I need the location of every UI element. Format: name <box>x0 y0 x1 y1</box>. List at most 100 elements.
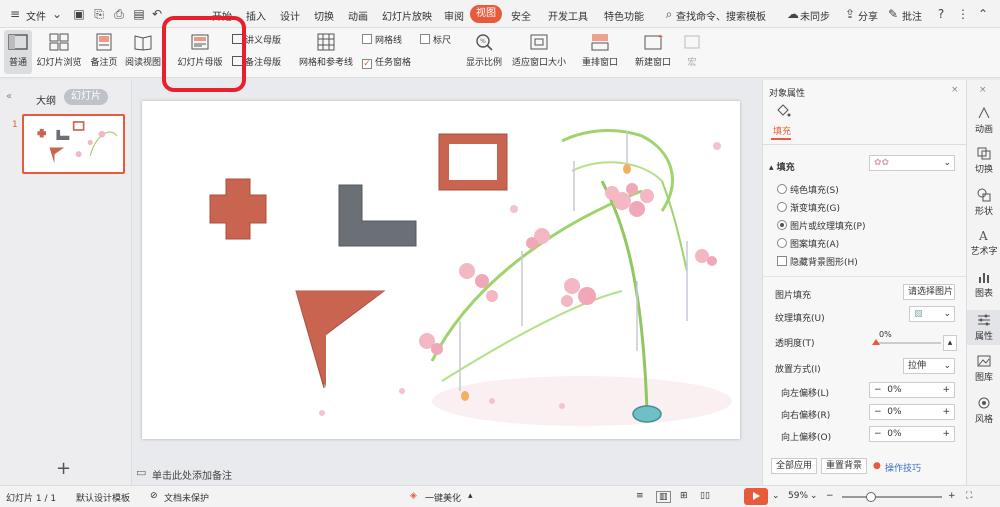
notes-page-button[interactable]: 备注页 <box>87 30 121 74</box>
tab-view[interactable]: 视图 <box>470 5 502 23</box>
notes-bar[interactable]: ▭ 单击此处添加备注 <box>132 462 762 484</box>
plus-icon[interactable]: + <box>942 405 950 419</box>
plus-icon[interactable]: + <box>942 383 950 397</box>
zoom-out-icon[interactable]: − <box>826 491 834 501</box>
radio-gradient[interactable] <box>777 202 787 212</box>
slide-canvas[interactable] <box>142 101 740 439</box>
tab-review[interactable]: 审阅 <box>444 8 464 23</box>
top-offset-input[interactable]: − 0% + <box>869 426 955 442</box>
hide-bg-check[interactable] <box>777 256 787 266</box>
transparency-stepper[interactable]: ▴ <box>943 335 957 351</box>
grid-guides-button[interactable]: 网格和参考线 <box>296 30 356 74</box>
sidebar-item-style[interactable]: 风格 <box>967 396 1000 425</box>
beautify-button[interactable]: 一键美化 <box>425 491 461 504</box>
print-icon[interactable]: ⎙ <box>112 7 126 21</box>
share-button[interactable]: 分享 <box>858 8 878 23</box>
normal-view-button[interactable]: 普通 <box>4 30 32 74</box>
radio-pattern[interactable] <box>777 238 787 248</box>
save-icon[interactable]: ▣ <box>72 7 86 21</box>
option-pattern-fill[interactable]: 图案填充(A) <box>777 237 839 250</box>
hamburger-menu-icon[interactable]: ≡ <box>8 7 22 21</box>
minus-icon[interactable]: − <box>874 385 882 395</box>
protection-status[interactable]: 文档未保护 <box>164 491 209 504</box>
slide-sorter-icon[interactable]: ⊞ <box>680 491 688 501</box>
option-gradient-fill[interactable]: 渐变填充(G) <box>777 201 840 214</box>
zoom-level[interactable]: 59% <box>788 491 808 501</box>
zoom-button[interactable]: % 显示比例 <box>464 30 504 74</box>
help-icon[interactable]: ? <box>934 7 948 21</box>
fit-to-window-icon[interactable]: ⛶ <box>966 491 972 501</box>
minus-icon[interactable]: − <box>874 429 882 439</box>
zoom-slider-handle[interactable] <box>866 492 876 502</box>
sidebar-item-gallery[interactable]: 图库 <box>967 354 1000 383</box>
preview-icon[interactable]: ▤ <box>132 7 146 21</box>
slide-browse-button[interactable]: 幻灯片浏览 <box>35 30 83 74</box>
slider-handle[interactable] <box>872 339 880 345</box>
notes-toggle-icon[interactable]: ≡ <box>636 491 644 501</box>
sidebar-close-icon[interactable]: × <box>979 85 987 95</box>
more-icon[interactable]: ⋮ <box>956 7 970 21</box>
radio-picture[interactable] <box>777 220 787 230</box>
tab-slides[interactable]: 幻灯片 <box>64 89 108 105</box>
tab-transition[interactable]: 切换 <box>314 8 334 23</box>
minus-icon[interactable]: − <box>874 407 882 417</box>
fill-section-title[interactable]: ▴ 填充 <box>769 160 795 173</box>
template-name[interactable]: 默认设计模板 <box>76 491 130 504</box>
add-slide-button[interactable]: + <box>56 458 71 479</box>
cherry-blossom-image[interactable] <box>319 129 732 426</box>
task-pane-check[interactable] <box>362 59 372 69</box>
ruler-check[interactable] <box>420 34 430 44</box>
tab-developer[interactable]: 开发工具 <box>548 8 588 23</box>
apply-all-button[interactable]: 全部应用 <box>771 458 817 474</box>
chevron-down-icon[interactable]: ⌄ <box>50 7 64 21</box>
chevron-up-icon[interactable]: ▴ <box>468 491 473 501</box>
play-button[interactable] <box>744 488 768 505</box>
frame-shape[interactable] <box>439 134 507 190</box>
left-offset-input[interactable]: − 0% + <box>869 382 955 398</box>
macro-button[interactable]: 宏 <box>680 30 704 74</box>
search-icon[interactable]: ⌕ <box>662 7 676 21</box>
sidebar-item-transition[interactable]: 切换 <box>967 146 1000 175</box>
reset-background-button[interactable]: 重置背景 <box>821 458 867 474</box>
tips-link[interactable]: 操作技巧 <box>885 461 921 474</box>
comment-button[interactable]: 批注 <box>902 8 922 23</box>
zoom-in-icon[interactable]: + <box>948 491 956 501</box>
sidebar-item-properties[interactable]: 属性 <box>967 310 1000 345</box>
tab-design[interactable]: 设计 <box>280 8 300 23</box>
collapse-ribbon-icon[interactable]: ⌃ <box>976 7 990 21</box>
texture-fill-dropdown[interactable]: ▨ ⌄ <box>909 306 955 322</box>
fill-tab[interactable]: 填充 <box>773 124 791 137</box>
sidebar-item-wordart[interactable]: A 艺术字 <box>967 228 1000 257</box>
transparency-slider[interactable] <box>872 339 941 345</box>
tab-security[interactable]: 安全 <box>511 8 531 23</box>
file-menu[interactable]: 文件 <box>26 8 46 23</box>
sync-status[interactable]: 未同步 <box>800 8 830 23</box>
gridlines-check[interactable] <box>362 34 372 44</box>
gridlines-checkbox[interactable]: 网格线 <box>362 33 402 46</box>
tab-animation[interactable]: 动画 <box>348 8 368 23</box>
export-icon[interactable]: ⎘ <box>92 7 106 21</box>
notes-placeholder[interactable]: 单击此处添加备注 <box>152 467 232 482</box>
l-shape[interactable] <box>338 184 417 247</box>
tab-outline[interactable]: 大纲 <box>36 92 56 107</box>
normal-view-icon[interactable]: ▥ <box>656 491 671 503</box>
task-pane-checkbox[interactable]: 任务窗格 <box>362 55 411 69</box>
option-picture-fill[interactable]: 图片或纹理填充(P) <box>777 219 865 232</box>
sidebar-item-chart[interactable]: 图表 <box>967 270 1000 299</box>
hide-bg-checkbox[interactable]: 隐藏背景图形(H) <box>777 255 858 268</box>
zoom-slider[interactable] <box>842 492 942 502</box>
tab-insert[interactable]: 插入 <box>246 8 266 23</box>
sidebar-item-shapes[interactable]: 形状 <box>967 188 1000 217</box>
ruler-checkbox[interactable]: 标尺 <box>420 33 451 46</box>
chevron-down-icon[interactable]: ⌄ <box>772 491 780 501</box>
plus-icon[interactable]: + <box>942 427 950 441</box>
picture-fill-dropdown[interactable]: 请选择图片 <box>903 284 955 300</box>
sidebar-item-animation[interactable]: 动画 <box>967 106 1000 135</box>
undo-icon[interactable]: ↶ <box>150 7 164 21</box>
close-panel-icon[interactable]: × <box>951 85 959 95</box>
arrange-window-button[interactable]: 重排窗口 <box>578 30 622 74</box>
tab-features[interactable]: 特色功能 <box>604 8 644 23</box>
new-window-button[interactable]: + 新建窗口 <box>630 30 676 74</box>
fill-preview-dropdown[interactable]: ✿✿ ⌄ <box>869 155 955 171</box>
slide-thumbnail[interactable] <box>22 114 125 174</box>
